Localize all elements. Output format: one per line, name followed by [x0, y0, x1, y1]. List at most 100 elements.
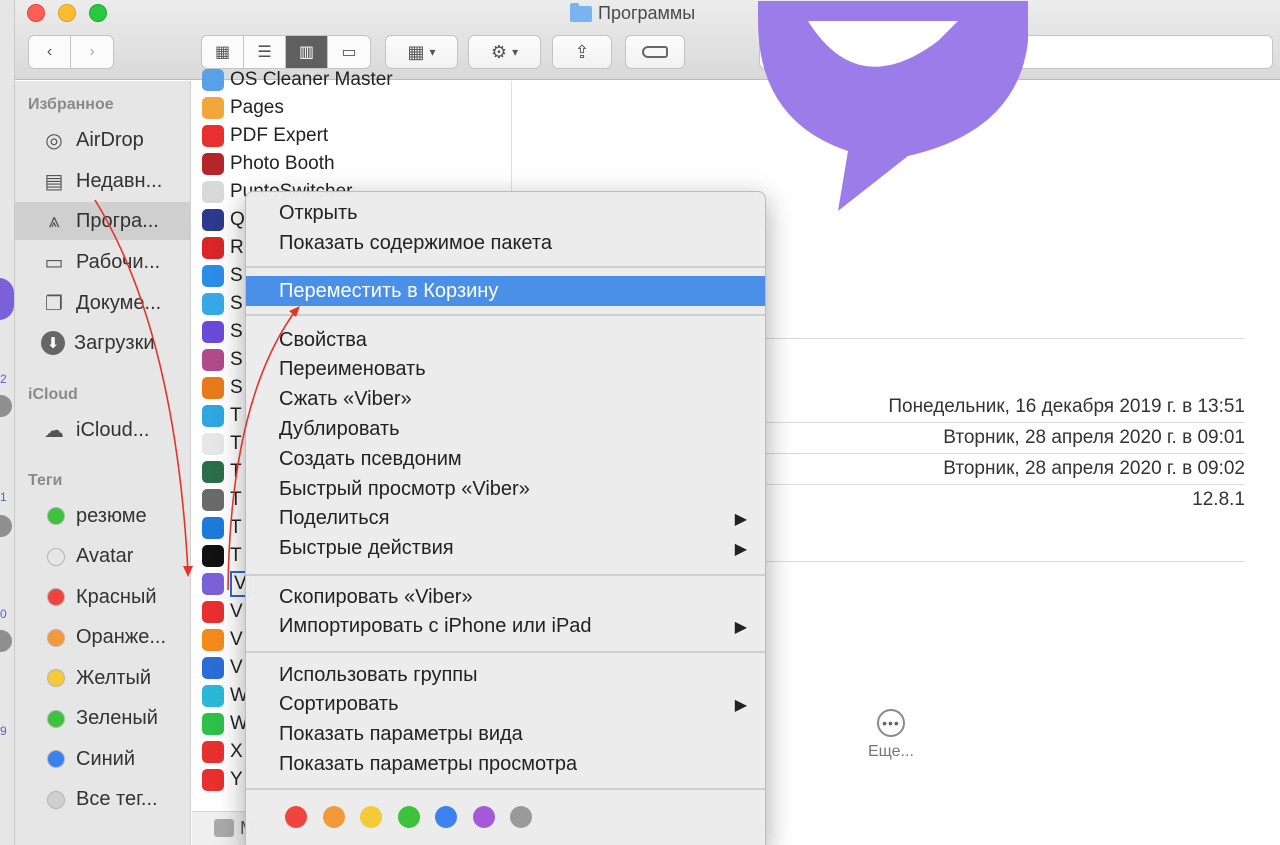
sidebar-item-documents[interactable]: ❐ Докуме... — [15, 284, 191, 322]
menu-item[interactable]: Использовать группы — [246, 660, 765, 690]
close-window-button[interactable] — [27, 4, 45, 22]
menu-item[interactable]: Создать псевдоним — [246, 444, 765, 474]
favorites-header: Избранное — [28, 96, 114, 113]
file-name: T — [230, 545, 242, 566]
info-divider — [763, 422, 1245, 423]
menu-tag-color-icon[interactable] — [472, 806, 495, 828]
menu-item-label: Открыть — [279, 201, 358, 224]
sidebar-tag-item[interactable]: Синий — [15, 740, 191, 778]
menu-item[interactable]: Свойства — [246, 325, 765, 355]
gallery-view-button[interactable]: ▭ — [328, 36, 370, 68]
back-button[interactable]: ‹ — [29, 36, 71, 68]
menu-item-show-package-contents[interactable]: Показать содержимое пакета — [246, 228, 765, 258]
icon-view-button[interactable]: ▦ — [202, 36, 244, 68]
menu-item[interactable]: Сортировать ▶ — [246, 690, 765, 720]
action-button[interactable]: ⚙ ▾ — [468, 35, 541, 69]
menu-item[interactable]: Быстрые действия ▶ — [246, 534, 765, 564]
sidebar-tag-item[interactable]: Оранже... — [15, 619, 191, 657]
menu-tag-color-icon[interactable] — [510, 806, 532, 828]
menu-item[interactable]: Дублировать — [246, 414, 765, 444]
file-name: Pages — [230, 97, 284, 118]
minimize-window-button[interactable] — [58, 4, 76, 22]
sidebar-tag-item[interactable]: Avatar — [15, 538, 191, 576]
sidebar-item-icloud-drive[interactable]: ☁ iCloud... — [15, 411, 191, 449]
folder-icon — [570, 2, 592, 22]
sidebar-tag-item[interactable]: Все тег... — [15, 781, 191, 819]
tags-button[interactable] — [625, 35, 685, 69]
info-version: 12.8.1 — [1192, 489, 1245, 510]
app-icon — [202, 265, 224, 287]
menu-item-label: Переименовать — [279, 358, 426, 381]
app-icon — [202, 517, 224, 539]
sidebar-tag-label: Желтый — [76, 666, 152, 689]
menu-item[interactable]: Переименовать — [246, 355, 765, 385]
menu-item-label: Быстрый просмотр «Viber» — [279, 477, 530, 500]
tag-color-dot-icon — [47, 790, 65, 809]
sidebar-item-label: Загрузки — [74, 331, 155, 354]
sidebar-item-airdrop[interactable]: ◎ AirDrop — [15, 121, 191, 159]
disk-icon — [214, 819, 234, 837]
app-icon — [202, 601, 224, 623]
background-window-strip: 2 1 0 9 — [0, 0, 14, 845]
file-row[interactable]: Pages — [192, 94, 512, 122]
file-name: R — [230, 237, 244, 258]
sidebar-item-downloads[interactable]: ⬇ Загрузки — [15, 324, 191, 362]
menu-tag-color-icon[interactable] — [322, 806, 345, 828]
menu-item[interactable]: Импортировать с iPhone или iPad ▶ — [246, 612, 765, 642]
sidebar-tag-item[interactable]: Красный — [15, 578, 191, 616]
group-by-button[interactable]: ▦ ▾ — [385, 35, 458, 69]
info-divider — [763, 484, 1245, 485]
file-name: V — [230, 601, 243, 622]
menu-item-open[interactable]: Открыть — [246, 198, 765, 228]
menu-tag-color-icon[interactable] — [360, 806, 382, 828]
app-icon — [202, 125, 224, 147]
list-view-button[interactable]: ☰ — [244, 36, 286, 68]
sidebar-item-applications[interactable]: ⩓ Програ... — [15, 202, 191, 240]
window-title-text: Программы — [598, 3, 696, 23]
share-icon: ⇪ — [574, 41, 590, 62]
menu-item[interactable]: Показать параметры просмотра — [246, 749, 765, 779]
file-name: S — [230, 377, 243, 398]
tag-icon — [642, 46, 668, 58]
file-row[interactable]: OS Cleaner Master — [192, 66, 512, 94]
column-view-button[interactable]: ▥ — [286, 36, 328, 68]
menu-item[interactable]: Сжать «Viber» — [246, 385, 765, 415]
sidebar-tag-label: Все тег... — [76, 788, 158, 810]
menu-item-move-to-trash[interactable]: Переместить в Корзину — [246, 276, 765, 306]
background-number: 1 — [0, 490, 7, 504]
submenu-arrow-icon: ▶ — [734, 540, 747, 558]
sidebar-tag-item[interactable]: Желтый — [15, 659, 191, 697]
menu-item[interactable]: Поделиться ▶ — [246, 504, 765, 534]
menu-tag-color-icon[interactable] — [285, 806, 307, 828]
menu-tag-color-icon[interactable] — [397, 806, 420, 828]
app-icon — [202, 405, 224, 427]
file-name: V — [230, 629, 243, 650]
sidebar-item-label: AirDrop — [76, 128, 144, 151]
sidebar-tag-label: резюме — [76, 504, 147, 527]
menu-item[interactable]: Показать параметры вида — [246, 720, 765, 750]
app-icon — [202, 321, 224, 343]
sidebar-item-recents[interactable]: ▤ Недавн... — [15, 162, 191, 200]
menu-separator — [246, 788, 765, 790]
file-row[interactable]: PDF Expert — [192, 122, 512, 150]
menu-item-label: Использовать группы — [279, 663, 478, 686]
recents-icon: ▤ — [44, 170, 64, 193]
downloads-icon: ⬇ — [41, 331, 65, 355]
sidebar-item-desktop[interactable]: ▭ Рабочи... — [15, 243, 191, 281]
menu-item[interactable]: Быстрый просмотр «Viber» — [246, 474, 765, 504]
zoom-window-button[interactable] — [89, 4, 107, 22]
chevron-right-icon: › — [89, 43, 95, 60]
sidebar-tag-label: Синий — [76, 747, 136, 770]
window-title: Программы — [570, 2, 696, 24]
share-button[interactable]: ⇪ — [552, 35, 612, 69]
submenu-arrow-icon: ▶ — [734, 618, 747, 636]
forward-button[interactable]: › — [71, 36, 113, 68]
menu-item[interactable]: Скопировать «Viber» — [246, 582, 765, 612]
file-row[interactable]: Photo Booth — [192, 150, 512, 178]
more-button[interactable]: ••• Еще... — [868, 709, 914, 761]
sidebar-tag-item[interactable]: Зеленый — [15, 700, 191, 738]
sidebar-tag-item[interactable]: резюме — [15, 497, 191, 535]
file-name: S — [230, 265, 243, 286]
airdrop-icon: ◎ — [45, 129, 63, 152]
menu-tag-color-icon[interactable] — [435, 806, 457, 828]
